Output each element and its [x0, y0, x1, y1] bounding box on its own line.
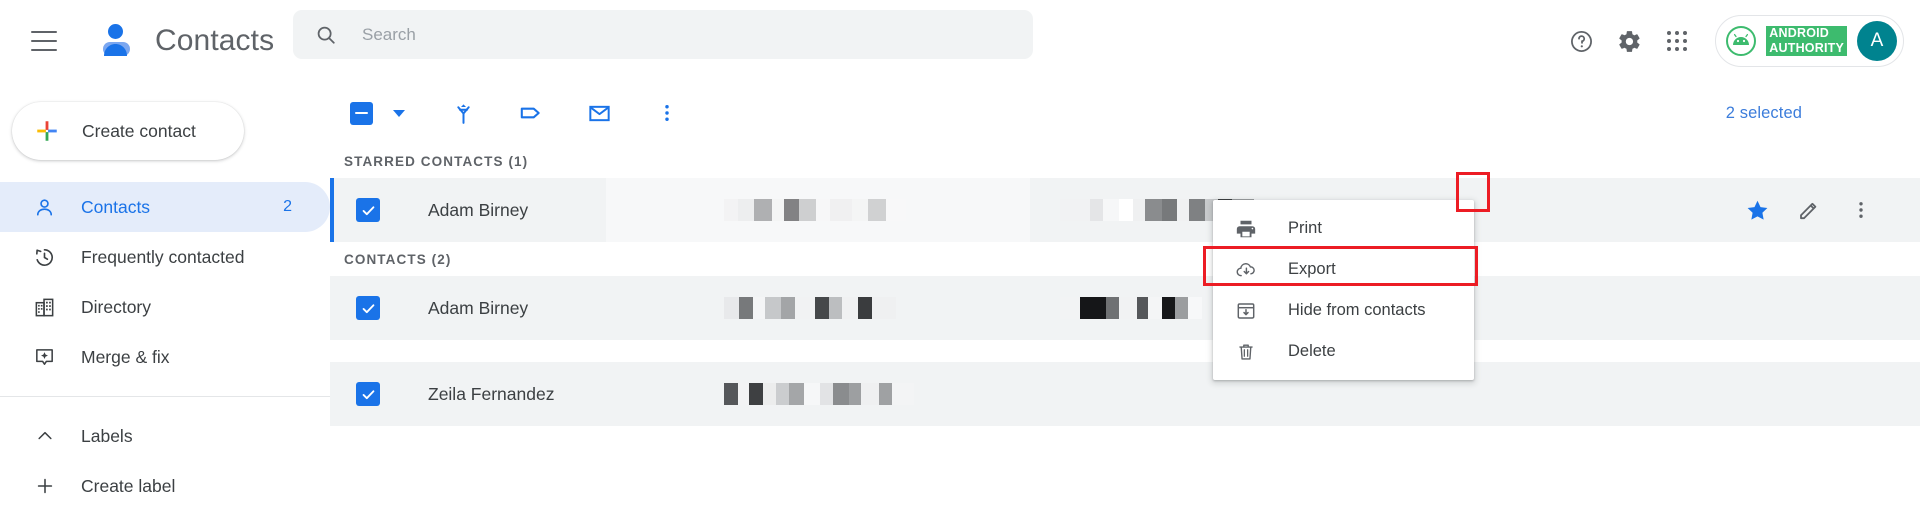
contact-email-redacted — [724, 383, 1024, 405]
app-header: Contacts Search ANDROID AUTHORITY A — [0, 0, 1920, 82]
header-actions: ANDROID AUTHORITY A — [1557, 0, 1904, 82]
sidebar-item-frequently-contacted[interactable]: Frequently contacted — [0, 232, 330, 282]
table-row[interactable]: Adam Birney — [330, 276, 1920, 340]
create-contact-button[interactable]: Create contact — [12, 102, 244, 160]
menu-item-label: Export — [1288, 260, 1336, 278]
app-logo-and-title: Contacts — [95, 20, 274, 62]
table-row[interactable]: Adam Birney — [330, 178, 1920, 242]
avatar[interactable]: A — [1857, 21, 1897, 61]
hamburger-icon[interactable] — [31, 31, 57, 51]
archive-icon — [1234, 299, 1258, 323]
page-title: Contacts — [155, 24, 275, 57]
row-separator — [330, 340, 1920, 362]
sidebar-item-labels[interactable]: Labels — [0, 411, 330, 461]
send-email-button[interactable] — [576, 90, 622, 136]
brand-line-2: AUTHORITY — [1766, 41, 1847, 56]
contact-email-redacted — [724, 297, 1024, 319]
contact-email-redacted — [724, 199, 1024, 221]
sidebar-create-label-label: Create label — [81, 475, 176, 496]
contact-name: Zeila Fernandez — [428, 383, 555, 404]
trash-icon — [1234, 340, 1258, 364]
cloud-download-icon — [1234, 258, 1258, 282]
plus-icon — [32, 474, 57, 499]
sidebar-item-label: Merge & fix — [81, 346, 170, 367]
contact-name: Adam Birney — [428, 199, 529, 220]
contact-name: Adam Birney — [428, 297, 529, 318]
menu-item-hide-from-contacts[interactable]: Hide from contacts — [1213, 290, 1474, 331]
section-heading-starred: STARRED CONTACTS (1) — [344, 153, 529, 169]
menu-item-print[interactable]: Print — [1213, 208, 1474, 249]
search-bar[interactable] — [293, 10, 1033, 59]
sidebar-item-directory[interactable]: Directory — [0, 282, 330, 332]
label-icon — [518, 100, 544, 126]
printer-icon — [1234, 217, 1258, 241]
merge-fix-icon — [32, 345, 57, 370]
account-brand-text: ANDROID AUTHORITY — [1766, 26, 1847, 56]
sidebar-labels-label: Labels — [81, 425, 133, 446]
sidebar-item-label: Directory — [81, 296, 152, 317]
row-action-buttons — [1734, 187, 1884, 233]
more-vert-icon — [656, 102, 678, 124]
indeterminate-checkbox-icon — [349, 101, 373, 125]
account-chip[interactable]: ANDROID AUTHORITY A — [1715, 15, 1904, 67]
brand-line-1: ANDROID — [1766, 26, 1847, 41]
sidebar-nav: Contacts 2 Frequently contacted Director… — [0, 182, 330, 525]
menu-item-label: Hide from contacts — [1288, 301, 1426, 319]
sidebar-item-label: Frequently contacted — [81, 246, 245, 267]
selection-toolbar: 2 selected — [330, 82, 1920, 144]
select-all-dropdown[interactable] — [384, 90, 414, 136]
table-row[interactable]: Zeila Fernandez — [330, 362, 1920, 426]
sidebar-item-contacts[interactable]: Contacts 2 — [0, 182, 330, 232]
menu-item-delete[interactable]: Delete — [1213, 331, 1474, 372]
help-icon[interactable] — [1557, 17, 1605, 65]
contacts-app-window: Contacts Search ANDROID AUTHORITY A Crea… — [0, 0, 1920, 525]
search-icon — [315, 24, 337, 46]
row-checkbox[interactable] — [356, 198, 380, 222]
row-checkbox[interactable] — [356, 296, 380, 320]
create-contact-label: Create contact — [82, 120, 196, 141]
chevron-down-icon — [393, 109, 405, 117]
android-authority-logo-icon — [1726, 26, 1757, 56]
building-icon — [32, 295, 57, 320]
contacts-main-panel: 2 selected STARRED CONTACTS (1) Adam Bir… — [330, 82, 1920, 525]
sidebar-item-merge-and-fix[interactable]: Merge & fix — [0, 332, 330, 382]
sidebar-item-create-label[interactable]: Create label — [0, 461, 330, 511]
sidebar: Create contact Contacts 2 Frequently con… — [0, 82, 330, 525]
plus-icon — [34, 118, 60, 144]
toolbar-more-button[interactable] — [644, 90, 690, 136]
row-context-menu: Print Export Hide from contacts Delete — [1213, 200, 1474, 380]
chevron-up-icon — [32, 424, 57, 449]
selected-count-label: 2 selected — [1725, 103, 1802, 122]
menu-item-label: Print — [1288, 219, 1322, 237]
section-heading-contacts: CONTACTS (2) — [344, 251, 452, 267]
sidebar-divider — [0, 396, 330, 397]
star-icon[interactable] — [1734, 187, 1780, 233]
row-more-vert-button[interactable] — [1838, 187, 1884, 233]
contacts-person-logo — [95, 20, 137, 62]
manage-labels-button[interactable] — [508, 90, 554, 136]
apps-grid-dots — [1667, 31, 1688, 51]
search-input[interactable] — [362, 24, 982, 45]
merge-button[interactable] — [440, 90, 486, 136]
apps-grid-icon[interactable] — [1653, 17, 1701, 65]
select-all-checkbox[interactable] — [338, 90, 384, 136]
sidebar-contacts-count: 2 — [283, 198, 292, 215]
row-checkbox[interactable] — [356, 382, 380, 406]
menu-item-label: Delete — [1288, 342, 1336, 360]
person-icon — [32, 195, 57, 220]
merge-icon — [451, 101, 476, 126]
menu-item-export[interactable]: Export — [1213, 249, 1474, 290]
edit-pencil-icon[interactable] — [1786, 187, 1832, 233]
email-icon — [587, 101, 612, 126]
history-icon — [32, 245, 57, 270]
gear-icon[interactable] — [1605, 17, 1653, 65]
sidebar-item-label: Contacts — [81, 196, 151, 217]
